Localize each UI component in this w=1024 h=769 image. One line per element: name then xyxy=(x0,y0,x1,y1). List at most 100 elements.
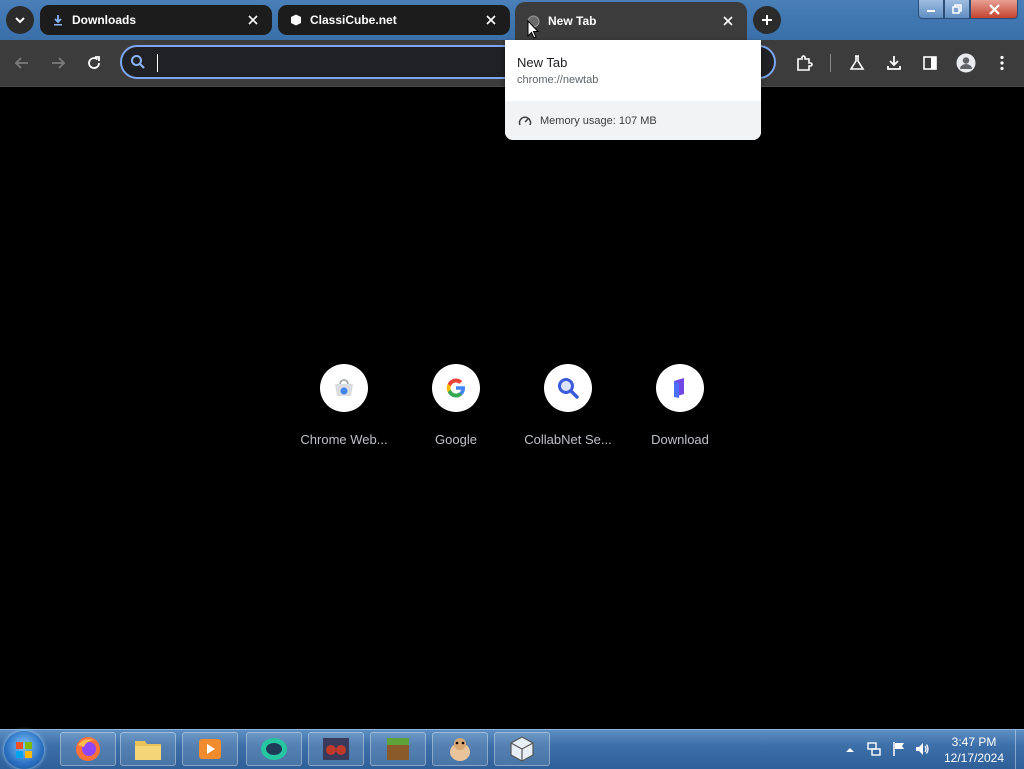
volume-tray-icon[interactable] xyxy=(914,741,930,762)
mascot-icon xyxy=(450,738,470,761)
tab-hover-card: New Tab chrome://newtab Memory usage: 10… xyxy=(505,40,761,140)
shortcut-icon-container xyxy=(320,364,368,412)
shortcut-tile[interactable]: Chrome Web... xyxy=(288,364,400,447)
side-panel-icon xyxy=(923,56,937,70)
forward-button[interactable] xyxy=(46,51,70,75)
taskbar: 3:47 PM 12/17/2024 xyxy=(0,729,1024,769)
reload-button[interactable] xyxy=(82,51,106,75)
shortcut-label: Google xyxy=(435,432,477,447)
downloads-button[interactable] xyxy=(882,51,906,75)
profile-button[interactable] xyxy=(954,51,978,75)
tab-close-button[interactable] xyxy=(482,11,500,29)
minimize-icon xyxy=(927,10,935,12)
title-bar: Downloads ClassiCube.net New Tab xyxy=(0,0,1024,40)
taskbar-minecraft[interactable] xyxy=(370,732,426,766)
chat-app-icon xyxy=(261,738,287,760)
network-icon xyxy=(867,742,881,756)
toolbar-divider xyxy=(830,54,831,72)
new-tab-button[interactable] xyxy=(753,6,781,34)
menu-button[interactable] xyxy=(990,51,1014,75)
close-icon xyxy=(988,3,1000,15)
firefox-icon xyxy=(76,737,100,761)
side-panel-button[interactable] xyxy=(918,51,942,75)
chevron-up-icon xyxy=(846,748,854,752)
speaker-icon xyxy=(916,743,929,755)
tab-classicube[interactable]: ClassiCube.net xyxy=(278,5,510,35)
mouse-cursor-icon xyxy=(527,20,539,39)
restore-button[interactable] xyxy=(944,0,970,19)
taskbar-mascot-app[interactable] xyxy=(432,732,488,766)
shortcut-tile[interactable]: CollabNet Se... xyxy=(512,364,624,447)
taskbar-clock[interactable]: 3:47 PM 12/17/2024 xyxy=(935,734,1013,766)
reload-icon xyxy=(88,56,100,69)
cube-icon xyxy=(291,14,301,26)
close-icon xyxy=(723,16,733,26)
tray-expand-button[interactable] xyxy=(845,742,855,760)
game-app-icon xyxy=(323,738,349,760)
show-desktop-button[interactable] xyxy=(1015,730,1024,769)
back-button[interactable] xyxy=(10,51,34,75)
download-icon xyxy=(887,56,901,70)
minimize-button[interactable] xyxy=(918,0,944,19)
hover-card-url: chrome://newtab xyxy=(517,74,599,86)
shortcut-icon-container xyxy=(432,364,480,412)
tab-label: Downloads xyxy=(72,13,137,27)
taskbar-chat-app[interactable] xyxy=(246,732,302,766)
search-icon xyxy=(131,55,145,69)
windows-logo-icon xyxy=(16,742,32,758)
gauge-icon xyxy=(518,115,532,125)
hover-card-title: New Tab xyxy=(517,55,568,70)
memory-usage-text: Memory usage: 107 MB xyxy=(540,114,657,127)
close-icon xyxy=(248,15,258,25)
close-window-button[interactable] xyxy=(970,0,1018,19)
cube-outline-icon xyxy=(510,736,534,762)
hover-card-memory: Memory usage: 107 MB xyxy=(505,101,761,140)
start-button[interactable] xyxy=(4,731,44,769)
tab-new-tab[interactable]: New Tab xyxy=(515,2,747,40)
close-icon xyxy=(486,15,496,25)
arrow-right-icon xyxy=(52,57,66,69)
arrow-left-icon xyxy=(14,57,28,69)
grass-block-icon xyxy=(387,738,409,760)
avatar-icon xyxy=(956,53,976,73)
chrome-web-store-icon xyxy=(335,379,353,396)
shortcut-label: Chrome Web... xyxy=(300,432,388,447)
tab-search-button[interactable] xyxy=(6,6,34,34)
media-player-icon xyxy=(199,739,221,759)
chevron-down-icon xyxy=(15,17,25,24)
taskbar-firefox[interactable] xyxy=(60,732,116,766)
shortcut-icon-container xyxy=(656,364,704,412)
shortcut-label: Download xyxy=(651,432,709,447)
tab-close-button[interactable] xyxy=(244,11,262,29)
tab-downloads[interactable]: Downloads xyxy=(40,5,272,35)
download-site-icon xyxy=(674,378,684,398)
shortcut-icon-container xyxy=(544,364,592,412)
magnifier-icon xyxy=(558,378,579,399)
tab-label: New Tab xyxy=(548,14,597,28)
address-input[interactable] xyxy=(156,51,490,75)
restore-icon xyxy=(952,4,962,14)
taskbar-game-app[interactable] xyxy=(308,732,364,766)
network-tray-icon[interactable] xyxy=(866,741,882,762)
puzzle-icon xyxy=(797,55,813,71)
flask-icon xyxy=(849,55,865,70)
plus-icon xyxy=(762,15,772,25)
taskbar-cube-app[interactable] xyxy=(494,732,550,766)
tab-label: ClassiCube.net xyxy=(310,13,397,27)
clock-time: 3:47 PM xyxy=(951,735,997,749)
google-icon xyxy=(446,378,465,398)
shortcut-tile[interactable]: Download xyxy=(624,364,736,447)
taskbar-media-player[interactable] xyxy=(182,732,238,766)
clock-date: 12/17/2024 xyxy=(943,751,1005,765)
more-vert-icon xyxy=(1000,55,1004,71)
tab-close-button[interactable] xyxy=(719,12,737,30)
extensions-button[interactable] xyxy=(792,51,816,75)
action-center-tray-icon[interactable] xyxy=(891,741,907,762)
shortcut-tile[interactable]: Google xyxy=(400,364,512,447)
download-icon xyxy=(54,15,62,26)
shortcut-label: CollabNet Se... xyxy=(524,432,612,447)
window-controls xyxy=(918,0,1018,19)
labs-button[interactable] xyxy=(845,51,869,75)
folder-icon xyxy=(135,741,161,760)
taskbar-file-explorer[interactable] xyxy=(120,732,176,766)
